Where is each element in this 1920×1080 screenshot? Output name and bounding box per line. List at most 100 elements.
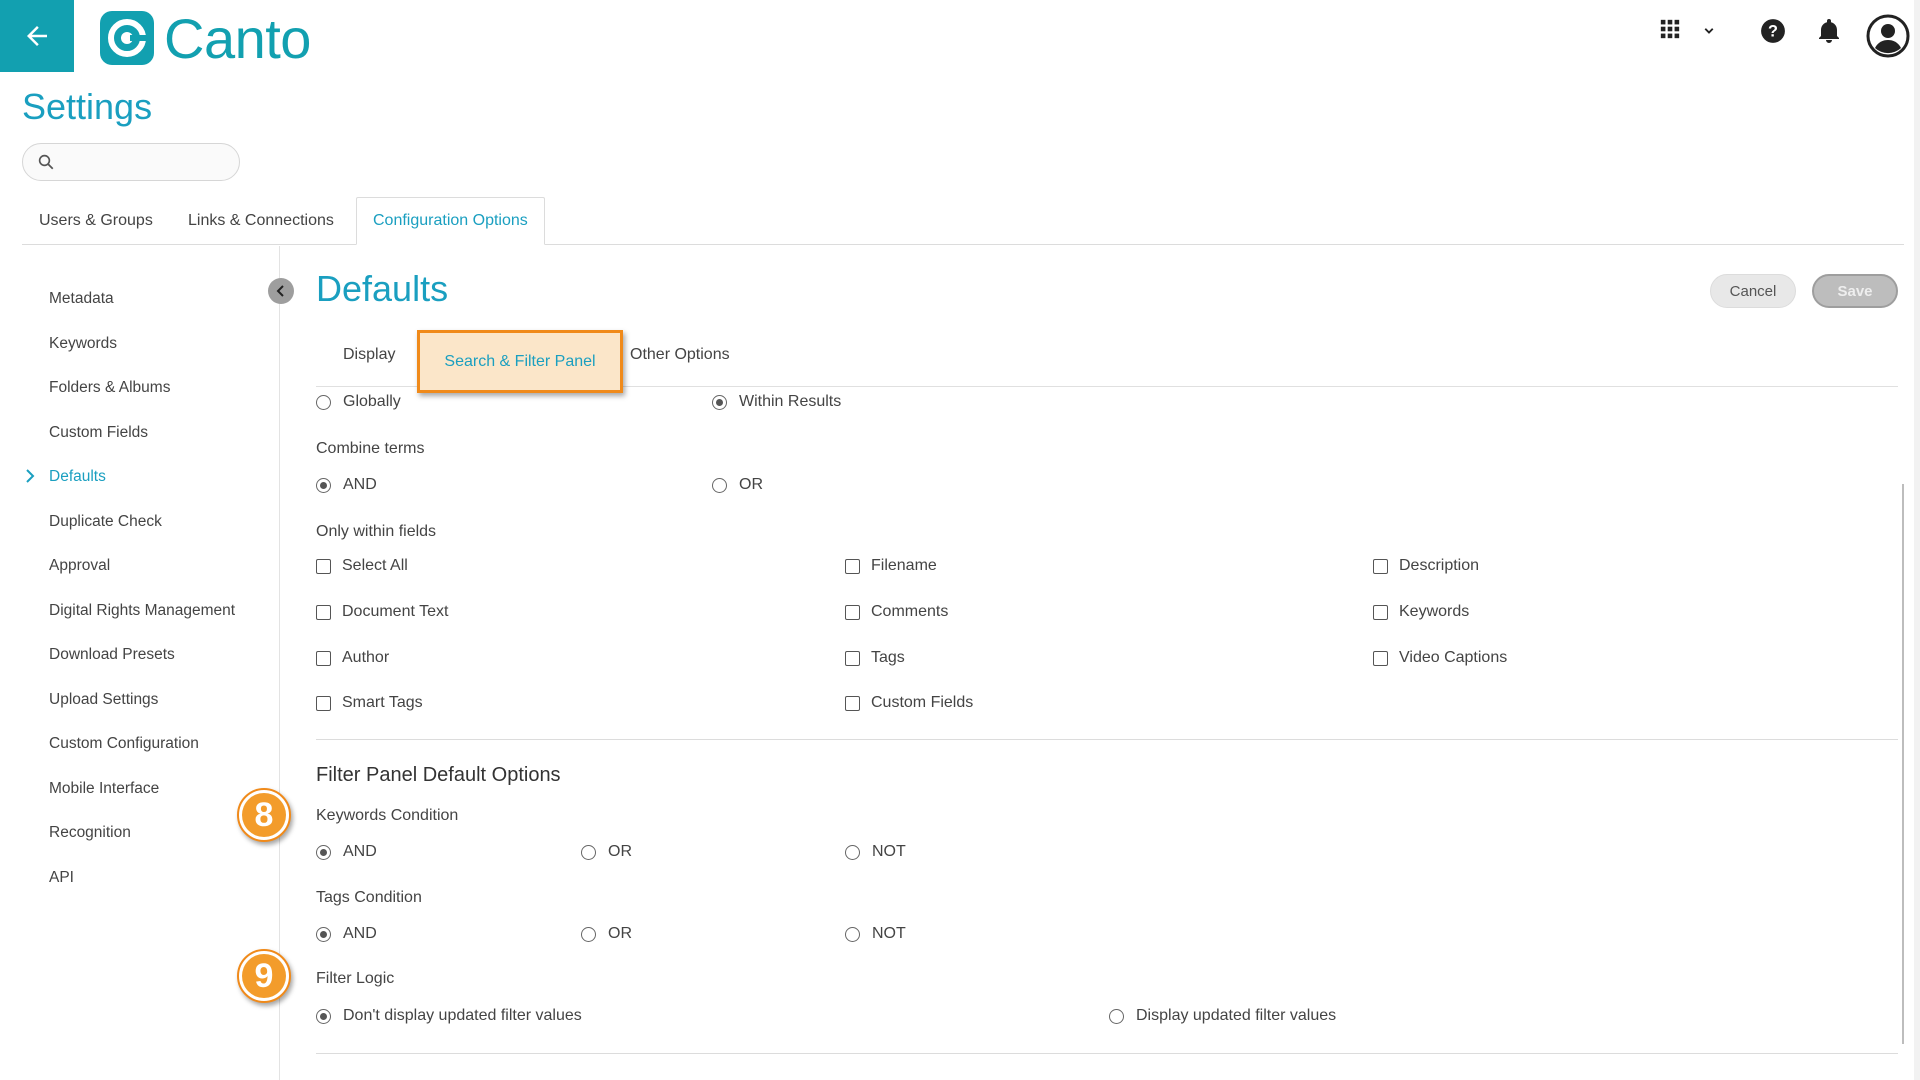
help-icon: ? <box>1761 19 1785 43</box>
checkbox-box <box>316 695 331 711</box>
radio-tags-and[interactable]: AND <box>316 924 377 944</box>
checkbox-box <box>845 650 860 666</box>
radio-label: AND <box>343 925 377 942</box>
tags-condition-label: Tags Condition <box>316 889 422 906</box>
badge-number: 9 <box>242 954 286 998</box>
apps-grid-icon <box>1660 19 1680 39</box>
subtab-other-options[interactable]: Other Options <box>630 346 730 364</box>
checkbox-comments[interactable]: Comments <box>845 602 948 622</box>
sidebar-item-metadata[interactable]: Metadata <box>49 288 114 310</box>
sidebar-item-custom-fields[interactable]: Custom Fields <box>49 422 148 444</box>
checkbox-label: Select All <box>342 557 408 574</box>
sidebar-item-defaults[interactable]: Defaults <box>49 466 106 488</box>
subtab-search-filter-panel-label: Search & Filter Panel <box>444 352 596 370</box>
checkbox-author[interactable]: Author <box>316 648 389 668</box>
checkbox-video-captions[interactable]: Video Captions <box>1373 648 1507 668</box>
sidebar-item-custom-configuration[interactable]: Custom Configuration <box>49 733 199 755</box>
help-button[interactable]: ? <box>1760 18 1786 44</box>
checkbox-label: Video Captions <box>1399 649 1508 666</box>
apps-menu-button[interactable] <box>1659 18 1681 40</box>
radio-keywords-not[interactable]: NOT <box>845 842 906 862</box>
radio-indicator <box>581 926 596 942</box>
checkbox-select-all[interactable]: Select All <box>316 556 408 576</box>
tab-users-groups[interactable]: Users & Groups <box>22 197 170 245</box>
canto-logo: Canto <box>100 7 311 70</box>
step-badge-8: 8 <box>237 788 291 842</box>
content-scrollbar[interactable] <box>1902 484 1904 1044</box>
subtab-display[interactable]: Display <box>343 346 395 364</box>
user-menu-button[interactable] <box>1866 14 1910 58</box>
step-badge-9: 9 <box>237 949 291 1003</box>
checkbox-description[interactable]: Description <box>1373 556 1479 576</box>
checkbox-box <box>316 604 331 620</box>
checkbox-label: Document Text <box>342 603 449 620</box>
radio-indicator <box>316 394 331 410</box>
checkbox-label: Author <box>342 649 390 666</box>
sidebar-item-download-presets[interactable]: Download Presets <box>49 644 175 666</box>
radio-label: OR <box>608 843 632 860</box>
radio-indicator <box>845 926 860 942</box>
keywords-condition-label: Keywords Condition <box>316 807 459 824</box>
checkbox-label: Filename <box>871 557 937 574</box>
checkbox-label: Custom Fields <box>871 694 974 711</box>
save-button[interactable]: Save <box>1812 274 1898 308</box>
radio-globally[interactable]: Globally <box>316 392 401 412</box>
checkbox-label: Smart Tags <box>342 694 423 711</box>
radio-combine-and[interactable]: AND <box>316 475 377 495</box>
radio-keywords-or[interactable]: OR <box>581 842 632 862</box>
radio-indicator <box>316 844 331 860</box>
radio-indicator <box>316 477 331 493</box>
checkbox-document-text[interactable]: Document Text <box>316 602 448 622</box>
bottom-divider <box>316 1053 1898 1054</box>
sidebar-item-mobile-interface[interactable]: Mobile Interface <box>49 778 159 800</box>
search-input[interactable] <box>63 153 233 171</box>
radio-label: AND <box>343 476 377 493</box>
radio-tags-or[interactable]: OR <box>581 924 632 944</box>
sidebar-item-keywords[interactable]: Keywords <box>49 333 117 355</box>
filter-logic-label: Filter Logic <box>316 970 395 987</box>
radio-label: Within Results <box>739 393 842 410</box>
radio-keywords-and[interactable]: AND <box>316 842 377 862</box>
checkbox-tags[interactable]: Tags <box>845 648 905 668</box>
checkbox-box <box>316 650 331 666</box>
radio-label: Globally <box>343 393 401 410</box>
checkbox-smart-tags[interactable]: Smart Tags <box>316 693 423 713</box>
sidebar-item-folders-albums[interactable]: Folders & Albums <box>49 377 170 399</box>
sidebar-item-upload-settings[interactable]: Upload Settings <box>49 689 158 711</box>
radio-indicator <box>581 844 596 860</box>
subtab-search-filter-panel[interactable]: Search & Filter Panel <box>417 330 623 393</box>
checkbox-box <box>845 604 860 620</box>
sidebar-item-recognition[interactable]: Recognition <box>49 822 131 844</box>
sidebar-item-duplicate-check[interactable]: Duplicate Check <box>49 511 162 533</box>
checkbox-box <box>316 558 331 574</box>
tab-links-connections[interactable]: Links & Connections <box>171 197 351 245</box>
filter-panel-title: Filter Panel Default Options <box>316 764 561 786</box>
back-button[interactable] <box>0 0 74 72</box>
sidebar-item-approval[interactable]: Approval <box>49 555 110 577</box>
settings-search[interactable] <box>22 143 240 181</box>
sidebar-item-digital-rights-management[interactable]: Digital Rights Management <box>49 600 235 622</box>
sidebar-item-api[interactable]: API <box>49 867 74 889</box>
checkbox-filename[interactable]: Filename <box>845 556 937 576</box>
radio-indicator <box>316 926 331 942</box>
checkbox-label: Tags <box>871 649 905 666</box>
radio-tags-not[interactable]: NOT <box>845 924 906 944</box>
checkbox-label: Description <box>1399 557 1480 574</box>
section-divider <box>316 739 1898 740</box>
section-title: Defaults <box>316 268 449 309</box>
radio-within-results[interactable]: Within Results <box>712 392 841 412</box>
radio-indicator <box>316 1008 331 1024</box>
svg-text:?: ? <box>1768 22 1778 40</box>
notifications-button[interactable] <box>1817 18 1841 44</box>
radio-dont-display-updated[interactable]: Don't display updated filter values <box>316 1006 582 1026</box>
apps-dropdown-button[interactable] <box>1700 22 1718 40</box>
checkbox-custom-fields[interactable]: Custom Fields <box>845 693 973 713</box>
checkbox-keywords[interactable]: Keywords <box>1373 602 1469 622</box>
settings-tabs: Users & Groups Links & Connections Confi… <box>22 197 1904 245</box>
tab-configuration-options[interactable]: Configuration Options <box>356 197 545 245</box>
radio-display-updated[interactable]: Display updated filter values <box>1109 1006 1336 1026</box>
radio-label: AND <box>343 843 377 860</box>
cancel-button[interactable]: Cancel <box>1710 274 1796 308</box>
radio-combine-or[interactable]: OR <box>712 475 763 495</box>
collapse-sidebar-button[interactable] <box>268 278 294 304</box>
